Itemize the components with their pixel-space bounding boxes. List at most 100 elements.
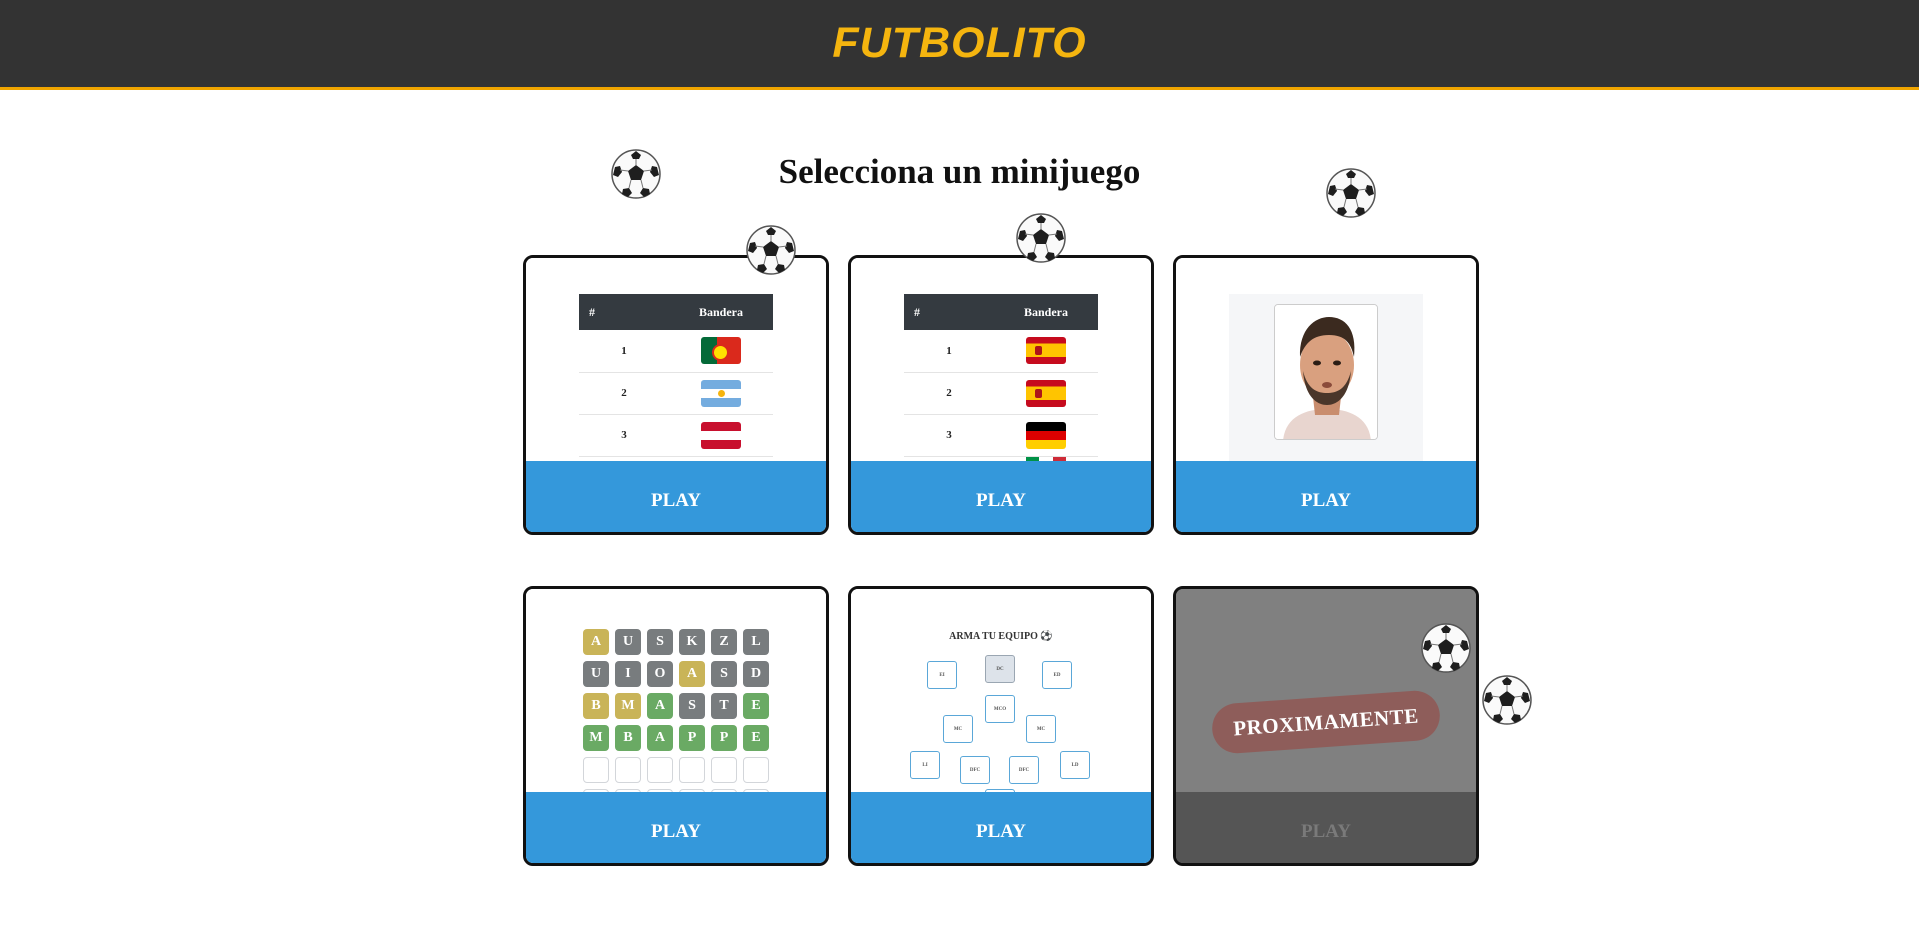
wordle-tile-empty: [647, 757, 673, 783]
wordle-tile-empty: [743, 757, 769, 783]
card-preview: # Bandera 1 2 3: [851, 258, 1151, 464]
wordle-tile: E: [743, 725, 769, 751]
wordle-tile: P: [711, 725, 737, 751]
wordle-tile: Z: [711, 629, 737, 655]
wordle-tile: M: [615, 693, 641, 719]
rank-cell: 2: [904, 372, 994, 415]
position-slot: LD: [1060, 751, 1090, 779]
position-slot: LI: [910, 751, 940, 779]
germany-flag-icon: [1026, 421, 1066, 449]
wordle-tile: D: [743, 661, 769, 687]
wordle-tile: A: [679, 661, 705, 687]
app-title: FUTBOLITO: [832, 19, 1087, 67]
rank-cell: 1: [904, 330, 994, 373]
spain-flag-icon: [1026, 379, 1066, 407]
rank-cell: 3: [904, 414, 994, 457]
player-portrait-icon: [1275, 305, 1377, 439]
soccer-ball-icon: [1325, 167, 1377, 219]
ranking-table: # Bandera 1 2 3: [904, 294, 1098, 464]
card-preview: ARMA TU EQUIPO ⚽ EI DC ED MCO MC MC LI D…: [851, 589, 1151, 795]
soccer-ball-icon: [1015, 212, 1067, 264]
wordle-tile: U: [583, 661, 609, 687]
wordle-tile: O: [647, 661, 673, 687]
table-row: 3: [904, 414, 1098, 457]
position-slot: EI: [927, 661, 957, 689]
soccer-ball-icon: [1420, 622, 1472, 674]
column-header-rank: #: [904, 294, 994, 330]
top-bar: FUTBOLITO: [0, 0, 1919, 90]
wordle-tile: B: [583, 693, 609, 719]
portugal-flag-icon: [701, 337, 741, 365]
table-row: 1: [904, 330, 1098, 373]
flag-cell: [994, 372, 1098, 415]
play-button[interactable]: PLAY: [851, 792, 1151, 863]
page-title: Selecciona un minijuego: [778, 152, 1141, 191]
wordle-tile-empty: [679, 757, 705, 783]
soccer-ball-icon: [610, 148, 662, 200]
column-header-flag: Bandera: [669, 294, 773, 330]
flag-cell: [994, 330, 1098, 373]
position-slot: DFC: [1009, 756, 1039, 784]
wordle-grid: AUSKZLUIOASDBMASTEMBAPPE: [583, 629, 769, 795]
play-button[interactable]: PLAY: [526, 461, 826, 532]
wordle-tile: M: [583, 725, 609, 751]
table-row: 2: [579, 372, 773, 415]
table-row: 1: [579, 330, 773, 373]
wordle-tile: S: [711, 661, 737, 687]
play-button[interactable]: PLAY: [851, 461, 1151, 532]
wordle-tile: S: [647, 629, 673, 655]
wordle-tile: L: [743, 629, 769, 655]
flag-cell: [669, 414, 773, 457]
play-button-disabled: PLAY: [1176, 792, 1476, 863]
column-header-flag: Bandera: [994, 294, 1098, 330]
flag-cell: [669, 372, 773, 415]
game-card-flags-2[interactable]: # Bandera 1 2 3 PLAY: [848, 255, 1154, 535]
wordle-tile: E: [743, 693, 769, 719]
wordle-tile: I: [615, 661, 641, 687]
game-card-team-builder[interactable]: ARMA TU EQUIPO ⚽ EI DC ED MCO MC MC LI D…: [848, 586, 1154, 866]
player-portrait: [1274, 304, 1378, 440]
wordle-tile: P: [679, 725, 705, 751]
team-builder-title: ARMA TU EQUIPO ⚽: [949, 631, 1053, 642]
column-header-rank: #: [579, 294, 669, 330]
soccer-ball-icon: [745, 224, 797, 276]
wordle-tile-empty: [583, 757, 609, 783]
game-card-guess-player[interactable]: PLAY: [1173, 255, 1479, 535]
table-row: 2: [904, 372, 1098, 415]
wordle-tile: S: [679, 693, 705, 719]
table-row: 3: [579, 414, 773, 457]
wordle-tile-empty: [615, 757, 641, 783]
ranking-table: # Bandera 1 2 3: [579, 294, 773, 457]
rank-cell: 3: [579, 414, 669, 457]
wordle-tile-empty: [711, 757, 737, 783]
rank-cell: 2: [579, 372, 669, 415]
soccer-ball-icon: [1481, 674, 1533, 726]
game-card-flags-1[interactable]: # Bandera 1 2 3 PLAY: [523, 255, 829, 535]
play-button[interactable]: PLAY: [1176, 461, 1476, 532]
wordle-tile: A: [583, 629, 609, 655]
wordle-tile: K: [679, 629, 705, 655]
position-slot: ED: [1042, 661, 1072, 689]
wordle-tile: A: [647, 693, 673, 719]
wordle-tile: T: [711, 693, 737, 719]
position-slot: DC: [985, 655, 1015, 683]
card-preview: AUSKZLUIOASDBMASTEMBAPPE: [526, 589, 826, 795]
position-slot: DFC: [960, 756, 990, 784]
argentina-flag-icon: [701, 379, 741, 407]
position-slot: MCO: [985, 695, 1015, 723]
wordle-tile: B: [615, 725, 641, 751]
coming-soon-badge: PROXIMAMENTE: [1210, 689, 1442, 755]
flag-cell: [669, 330, 773, 373]
card-preview: # Bandera 1 2 3: [526, 258, 826, 464]
position-slot: MC: [1026, 715, 1056, 743]
austria-flag-icon: [701, 421, 741, 449]
wordle-tile: A: [647, 725, 673, 751]
play-button[interactable]: PLAY: [526, 792, 826, 863]
spain-flag-icon: [1026, 337, 1066, 365]
flag-cell: [994, 414, 1098, 457]
wordle-tile: U: [615, 629, 641, 655]
game-card-wordle[interactable]: AUSKZLUIOASDBMASTEMBAPPE PLAY: [523, 586, 829, 866]
card-preview: PROXIMAMENTE: [1176, 589, 1476, 795]
position-slot: MC: [943, 715, 973, 743]
rank-cell: 1: [579, 330, 669, 373]
